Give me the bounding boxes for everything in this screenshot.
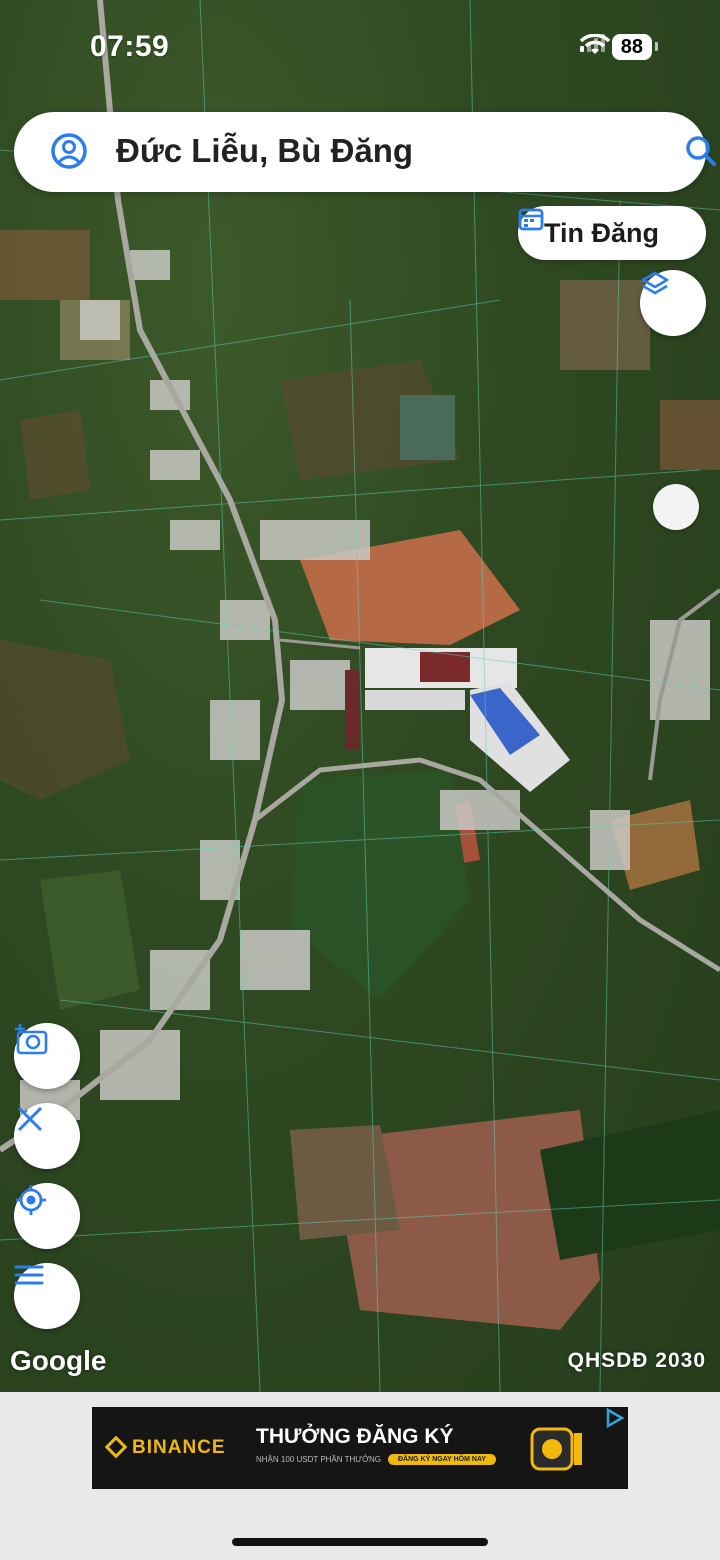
measure-button[interactable] — [14, 1103, 80, 1169]
map-layer-label: QHSDĐ 2030 — [567, 1349, 706, 1372]
google-attribution: Google — [10, 1345, 107, 1376]
adchoices-icon[interactable] — [604, 1407, 626, 1434]
ad-cta[interactable]: ĐĂNG KÝ NGAY HÔM NAY — [388, 1454, 497, 1465]
home-indicator[interactable] — [232, 1538, 488, 1546]
status-icons: 88 — [579, 34, 659, 60]
tin-dang-button[interactable]: Tin Đăng — [518, 206, 706, 260]
ad-area: BINANCE THƯỞNG ĐĂNG KÝ NHẬN 100 USDT PHẦ… — [0, 1392, 720, 1560]
ad-brand: BINANCE — [132, 1437, 226, 1458]
opacity-slider-knob[interactable] — [653, 484, 699, 530]
search-location-title[interactable]: Đức Liễu, Bù Đăng — [116, 132, 413, 170]
layers-button[interactable] — [640, 270, 706, 336]
tin-dang-label: Tin Đăng — [544, 217, 660, 248]
menu-button[interactable] — [14, 1263, 80, 1329]
app: 07:59 88 Đức Liễu, Bù Đăng Tin Đăng Goog… — [0, 0, 720, 1560]
binance-logo-icon — [104, 1435, 128, 1459]
search-bar[interactable]: Đức Liễu, Bù Đăng — [14, 112, 716, 192]
ad-headline: THƯỞNG ĐĂNG KÝ — [256, 1425, 454, 1448]
ad-subtext: NHẬN 100 USDT PHẦN THƯỞNG — [256, 1455, 381, 1464]
ad-banner[interactable]: BINANCE THƯỞNG ĐĂNG KÝ NHẬN 100 USDT PHẦ… — [92, 1407, 628, 1489]
satellite-map[interactable]: 07:59 88 Đức Liễu, Bù Đăng Tin Đăng Goog… — [0, 0, 720, 1392]
ad-coin-graphic-icon — [528, 1421, 584, 1482]
battery-indicator: 88 — [611, 34, 659, 60]
camera-add-button[interactable] — [14, 1023, 80, 1089]
status-time: 07:59 — [90, 30, 170, 63]
locate-button[interactable] — [14, 1183, 80, 1249]
